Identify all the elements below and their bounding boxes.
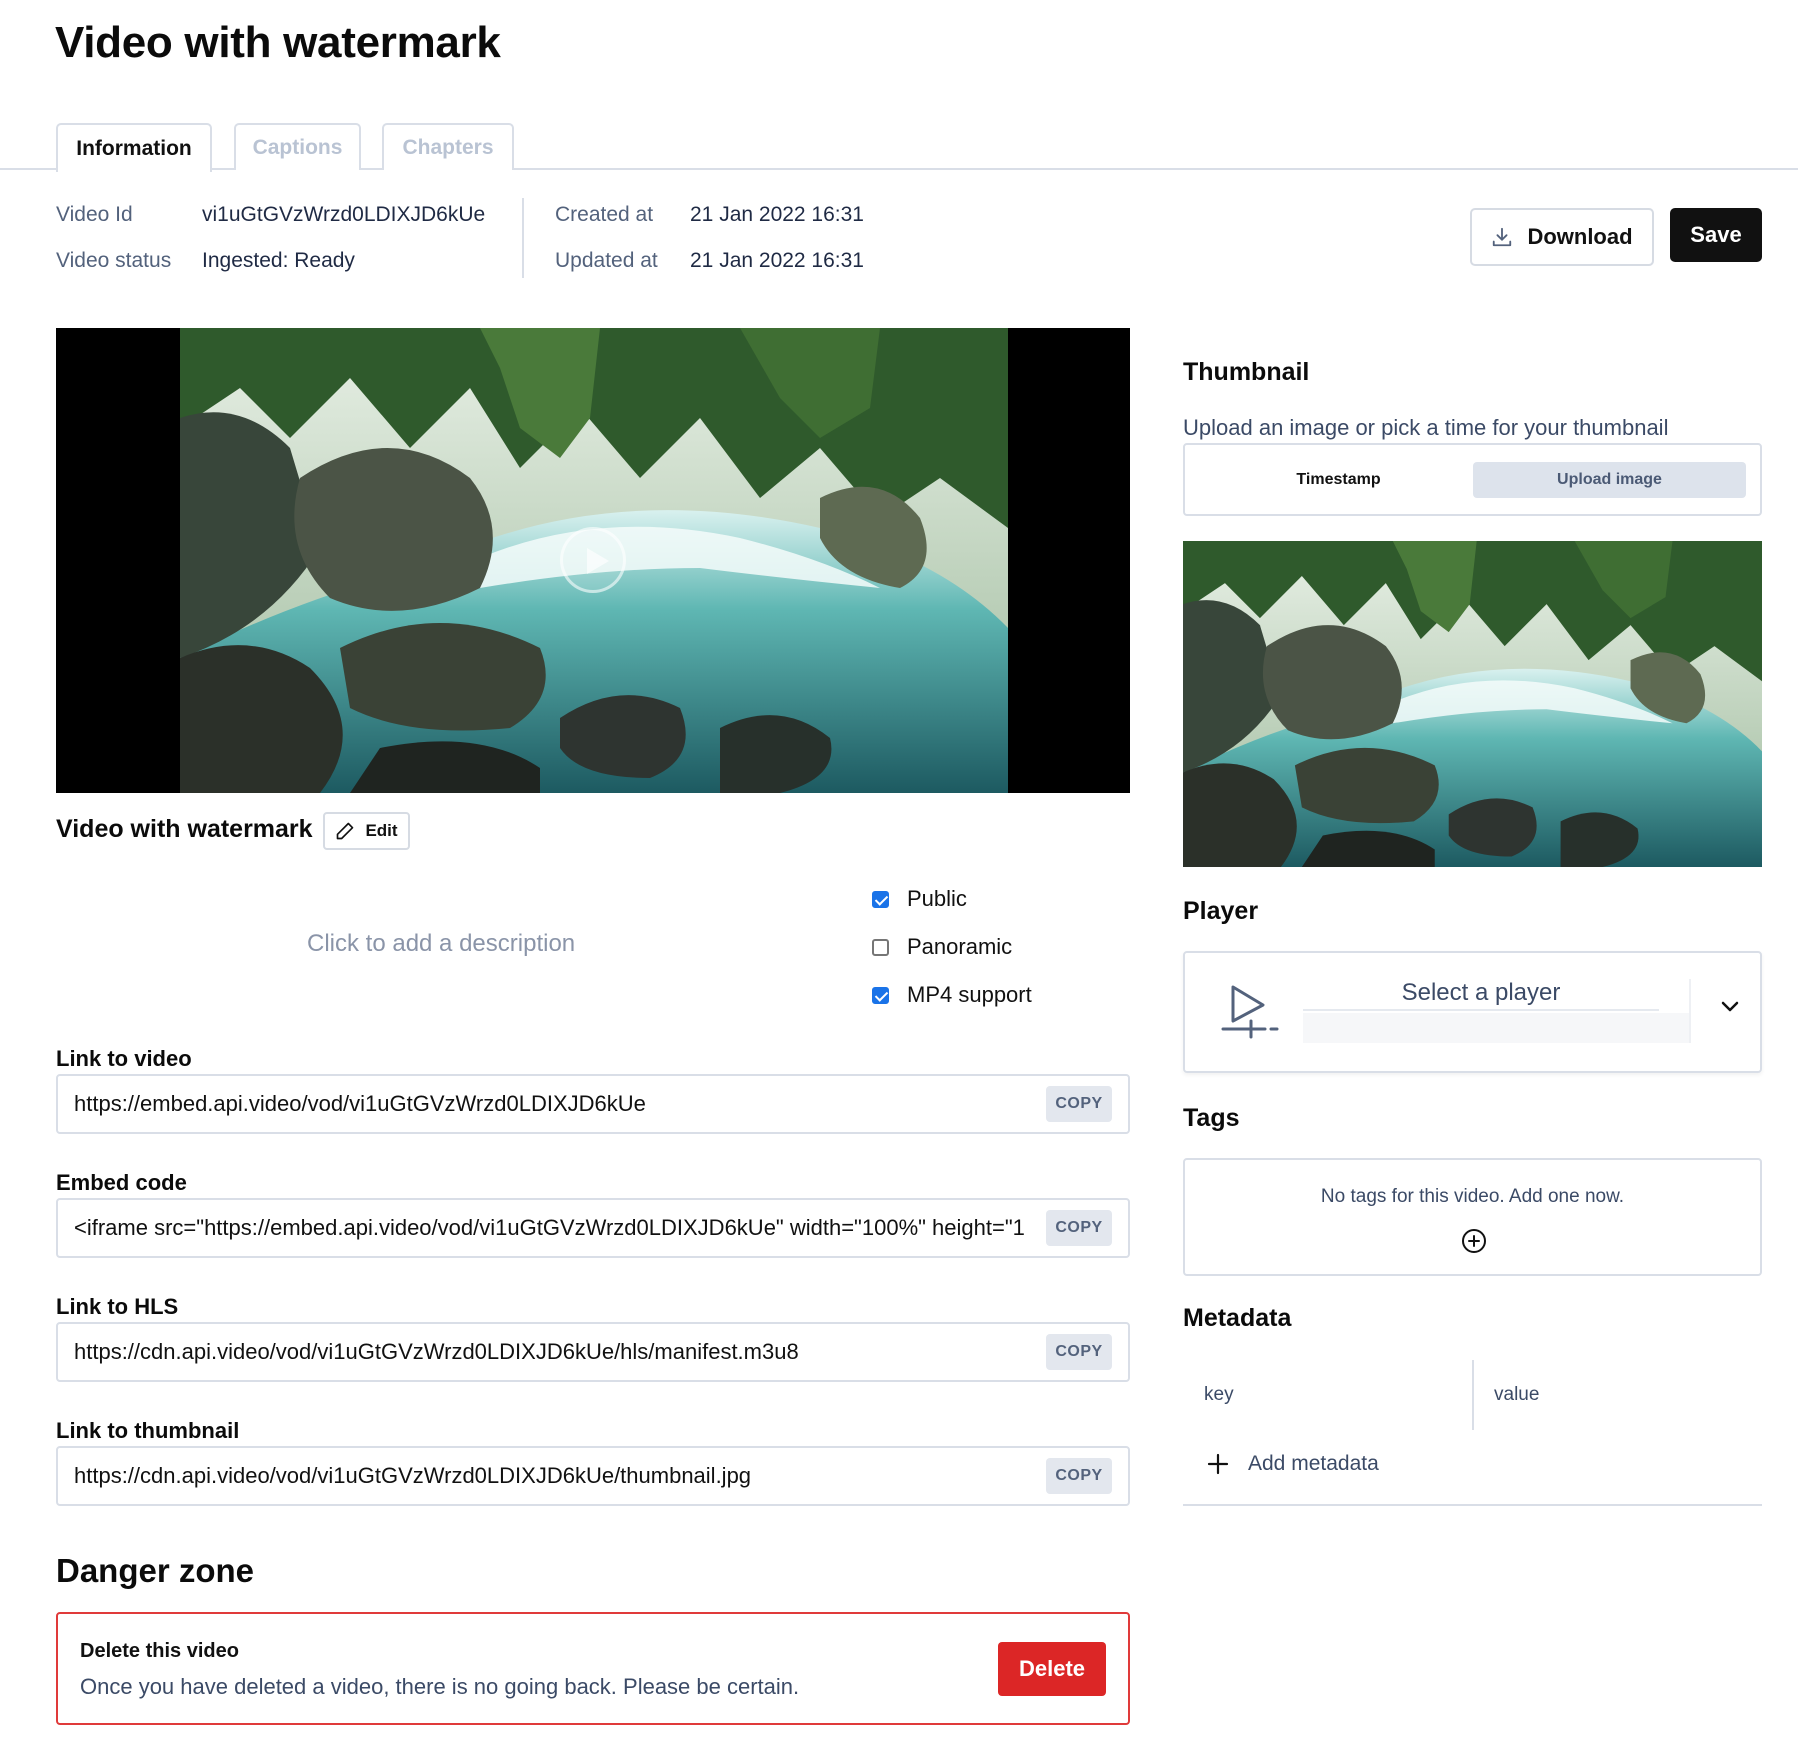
link-to-video-label: Link to video [56, 1046, 192, 1071]
embed-code-label: Embed code [56, 1170, 187, 1195]
description-field[interactable]: Click to add a description [307, 930, 575, 958]
tab-information[interactable]: Information [56, 123, 212, 172]
created-at-label: Created at [555, 203, 654, 226]
copy-video-link-button[interactable]: COPY [1046, 1086, 1112, 1122]
add-metadata-label: Add metadata [1248, 1452, 1379, 1475]
metadata-divider [1183, 1504, 1762, 1506]
copy-hls-link-button[interactable]: COPY [1046, 1334, 1112, 1370]
tab-chapters[interactable]: Chapters [382, 123, 514, 170]
panoramic-label: Panoramic [907, 934, 1013, 959]
player-select-strip [1303, 1013, 1691, 1043]
upload-image-option[interactable]: Upload image [1473, 462, 1746, 498]
public-checkbox[interactable] [872, 890, 889, 908]
timestamp-option[interactable]: Timestamp [1202, 462, 1475, 498]
save-button[interactable]: Save [1670, 208, 1762, 262]
delete-video-heading: Delete this video [80, 1640, 239, 1662]
copy-thumbnail-link-button[interactable]: COPY [1046, 1458, 1112, 1494]
chevron-down-icon[interactable] [1719, 999, 1741, 1015]
delete-button[interactable]: Delete [998, 1642, 1106, 1696]
download-icon [1493, 227, 1512, 247]
tags-box: No tags for this video. Add one now. [1183, 1158, 1762, 1276]
plus-icon [1207, 1453, 1229, 1475]
tab-bar: Information Captions Chapters [0, 123, 1798, 172]
player-select-separator [1689, 979, 1691, 1043]
edit-button-label: Edit [365, 821, 398, 840]
embed-code-value[interactable]: <iframe src="https://embed.api.video/vod… [74, 1200, 1034, 1256]
thumbnail-subtitle: Upload an image or pick a time for your … [1183, 415, 1669, 440]
add-tag-icon[interactable] [1461, 1228, 1487, 1254]
player-selector[interactable]: Select a player [1183, 951, 1762, 1073]
link-to-hls-label: Link to HLS [56, 1294, 179, 1319]
thumbnail-mode-switch: Timestamp Upload image [1183, 443, 1762, 516]
download-button-label: Download [1527, 224, 1633, 249]
panoramic-checkbox[interactable] [872, 938, 889, 956]
pencil-icon [337, 822, 354, 840]
link-to-thumbnail-label: Link to thumbnail [56, 1418, 240, 1443]
public-label: Public [907, 886, 967, 911]
page-title: Video with watermark [55, 18, 501, 67]
thumbnail-image [1183, 541, 1762, 867]
metadata-key-input[interactable]: key [1204, 1384, 1234, 1406]
updated-at-label: Updated at [555, 249, 658, 272]
embed-code-field: <iframe src="https://embed.api.video/vod… [56, 1198, 1130, 1258]
delete-video-description: Once you have deleted a video, there is … [80, 1674, 800, 1699]
link-to-thumbnail-field: https://cdn.api.video/vod/vi1uGtGVzWrzd0… [56, 1446, 1130, 1506]
copy-embed-code-button[interactable]: COPY [1046, 1210, 1112, 1246]
tags-empty-text: No tags for this video. Add one now. [1320, 1186, 1625, 1207]
tags-title: Tags [1183, 1104, 1240, 1132]
video-id-value: vi1uGtGVzWrzd0LDIXJD6kUe [202, 203, 486, 226]
thumbnail-preview [1183, 541, 1762, 867]
option-panoramic[interactable]: Panoramic [872, 934, 1012, 960]
link-to-hls-value[interactable]: https://cdn.api.video/vod/vi1uGtGVzWrzd0… [74, 1324, 1034, 1380]
mp4-support-label: MP4 support [907, 982, 1032, 1007]
video-status-value: Ingested: Ready [202, 249, 355, 272]
download-button[interactable]: Download [1470, 208, 1654, 266]
link-to-thumbnail-value[interactable]: https://cdn.api.video/vod/vi1uGtGVzWrzd0… [74, 1448, 1034, 1504]
danger-zone-box: Delete this video Once you have deleted … [56, 1612, 1130, 1725]
edit-button[interactable]: Edit [323, 812, 410, 850]
link-to-video-value[interactable]: https://embed.api.video/vod/vi1uGtGVzWrz… [74, 1076, 1034, 1132]
metadata-value-input[interactable]: value [1494, 1384, 1539, 1406]
player-title: Player [1183, 897, 1259, 925]
danger-zone-title: Danger zone [56, 1552, 255, 1589]
link-to-video-field: https://embed.api.video/vod/vi1uGtGVzWrz… [56, 1074, 1130, 1134]
add-metadata-button[interactable]: Add metadata [1206, 1452, 1379, 1476]
video-status-label: Video status [56, 249, 172, 272]
created-at-value: 21 Jan 2022 16:31 [690, 203, 864, 226]
metadata-column-separator [1472, 1360, 1474, 1430]
link-to-hls-field: https://cdn.api.video/vod/vi1uGtGVzWrzd0… [56, 1322, 1130, 1382]
video-name: Video with watermark [56, 815, 313, 843]
metadata-title: Metadata [1183, 1304, 1292, 1332]
player-icon [1221, 985, 1279, 1039]
mp4-support-checkbox[interactable] [872, 986, 889, 1004]
tab-captions[interactable]: Captions [234, 123, 361, 170]
updated-at-value: 21 Jan 2022 16:31 [690, 249, 864, 272]
info-divider [522, 198, 524, 278]
player-select-value[interactable]: Select a player [1303, 979, 1659, 1011]
thumbnail-title: Thumbnail [1183, 358, 1310, 386]
play-icon[interactable] [560, 527, 626, 593]
video-id-label: Video Id [56, 203, 133, 226]
option-mp4-support[interactable]: MP4 support [872, 982, 1032, 1008]
option-public[interactable]: Public [872, 886, 967, 912]
